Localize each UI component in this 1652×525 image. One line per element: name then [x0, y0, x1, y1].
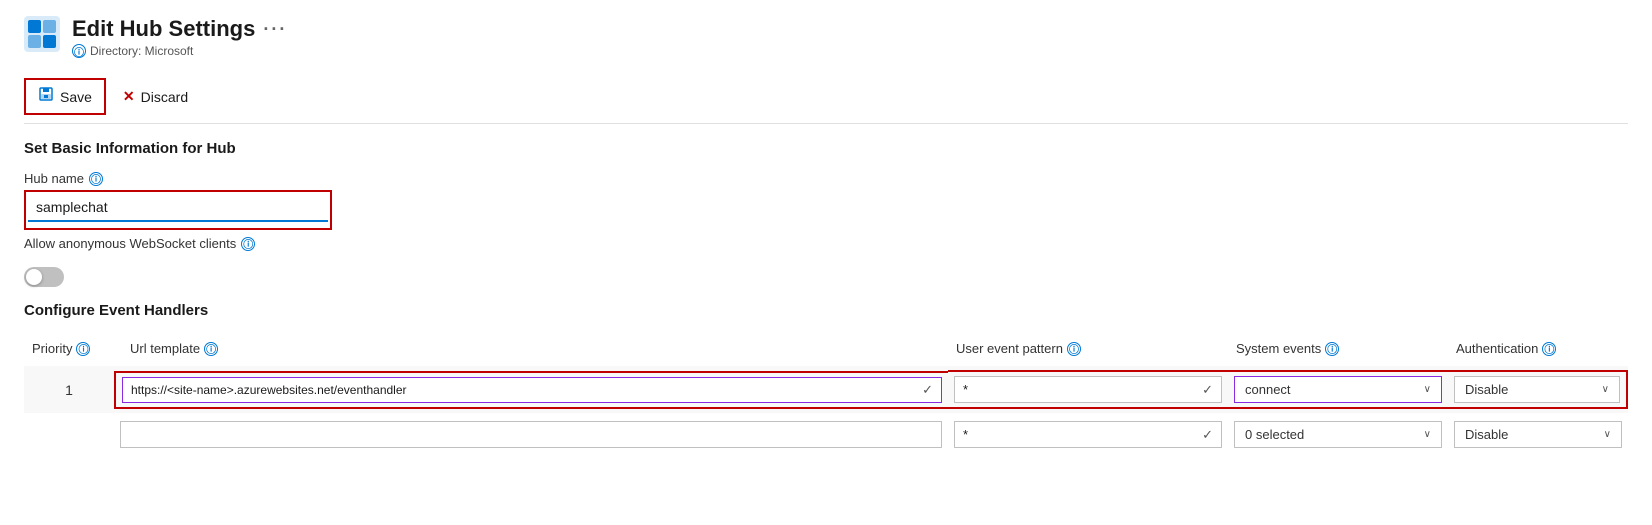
save-icon	[38, 86, 54, 107]
hub-name-label: Hub name ⓘ	[24, 171, 1628, 186]
user-event-wrapper-1: ✓	[954, 376, 1222, 403]
event-handlers-section: Configure Event Handlers Priority ⓘ Url …	[24, 302, 1628, 456]
user-event-wrapper-2: ✓	[954, 421, 1222, 448]
user-event-input-1[interactable]	[955, 377, 1194, 402]
system-events-cell-2: 0 selected ∨	[1228, 417, 1448, 452]
priority-col-header: Priority ⓘ	[24, 337, 114, 360]
hub-name-input[interactable]	[28, 194, 328, 222]
save-label: Save	[60, 89, 92, 105]
discard-button[interactable]: ✕ Discard	[110, 81, 201, 112]
system-events-chevron-1: ∨	[1424, 384, 1431, 395]
anon-info-icon: ⓘ	[241, 237, 255, 251]
app-icon	[24, 16, 60, 52]
table-row: ✓ 0 selected ∨ Disable ∨	[24, 413, 1628, 456]
priority-info-icon: ⓘ	[76, 342, 90, 356]
auth-cell-2: Disable ∨	[1448, 417, 1628, 452]
toggle-knob	[26, 269, 42, 285]
anon-toggle[interactable]	[24, 267, 64, 287]
save-button[interactable]: Save	[24, 78, 106, 115]
system-events-select-2[interactable]: 0 selected ∨	[1234, 421, 1442, 448]
user-event-info-icon: ⓘ	[1067, 342, 1081, 356]
auth-cell-1: Disable ∨	[1448, 370, 1628, 409]
url-template-cell-1: ✓	[114, 371, 948, 409]
system-events-info-icon: ⓘ	[1325, 342, 1339, 356]
system-events-col-header: System events ⓘ	[1228, 337, 1448, 360]
discard-icon: ✕	[123, 88, 135, 105]
directory-label: Directory: Microsoft	[90, 44, 193, 58]
url-template-input-2[interactable]	[120, 421, 942, 448]
table-header: Priority ⓘ Url template ⓘ User event pat…	[24, 331, 1628, 366]
url-template-info-icon: ⓘ	[204, 342, 218, 356]
more-options-dots[interactable]: ···	[263, 19, 287, 40]
system-events-select-1[interactable]: connect ∨	[1234, 376, 1442, 403]
user-event-input-2[interactable]	[955, 422, 1194, 447]
table-row: 1 ✓ ✓ connect	[24, 366, 1628, 413]
user-event-cell-1: ✓	[948, 370, 1228, 409]
directory-line: ⓘ Directory: Microsoft	[72, 44, 287, 58]
user-event-check-icon-1: ✓	[1194, 382, 1221, 398]
auth-chevron-2: ∨	[1604, 429, 1611, 440]
url-template-input-1[interactable]	[123, 378, 914, 402]
user-event-check-icon-2: ✓	[1194, 427, 1221, 443]
hub-name-wrapper	[24, 190, 332, 230]
system-events-chevron-2: ∨	[1424, 429, 1431, 440]
row-priority-1: 1	[24, 378, 114, 402]
auth-select-2[interactable]: Disable ∨	[1454, 421, 1622, 448]
toolbar: Save ✕ Discard	[24, 70, 1628, 124]
user-event-cell-2: ✓	[948, 417, 1228, 452]
event-handlers-table: Priority ⓘ Url template ⓘ User event pat…	[24, 331, 1628, 456]
configure-title: Configure Event Handlers	[24, 302, 1628, 319]
url-check-icon-1: ✓	[914, 382, 941, 398]
title-block: Edit Hub Settings ··· ⓘ Directory: Micro…	[72, 16, 287, 58]
authentication-info-icon: ⓘ	[1542, 342, 1556, 356]
page-title: Edit Hub Settings ···	[72, 16, 287, 42]
auth-chevron-1: ∨	[1602, 384, 1609, 395]
anon-label: Allow anonymous WebSocket clients ⓘ	[24, 236, 1628, 251]
system-events-cell-1: connect ∨	[1228, 370, 1448, 409]
basic-info-title: Set Basic Information for Hub	[24, 140, 1628, 157]
authentication-col-header: Authentication ⓘ	[1448, 337, 1628, 360]
hub-name-info-icon: ⓘ	[89, 172, 103, 186]
auth-select-1[interactable]: Disable ∨	[1454, 376, 1620, 403]
basic-info-section: Set Basic Information for Hub Hub name ⓘ…	[24, 140, 1628, 302]
row-priority-2	[24, 431, 114, 439]
discard-label: Discard	[141, 89, 188, 105]
user-event-col-header: User event pattern ⓘ	[948, 337, 1228, 360]
url-input-wrapper-1: ✓	[122, 377, 942, 403]
url-template-col-header: Url template ⓘ	[114, 337, 948, 360]
url-template-cell-2	[114, 417, 948, 452]
page-header: Edit Hub Settings ··· ⓘ Directory: Micro…	[24, 16, 1628, 58]
directory-info-icon: ⓘ	[72, 44, 86, 58]
